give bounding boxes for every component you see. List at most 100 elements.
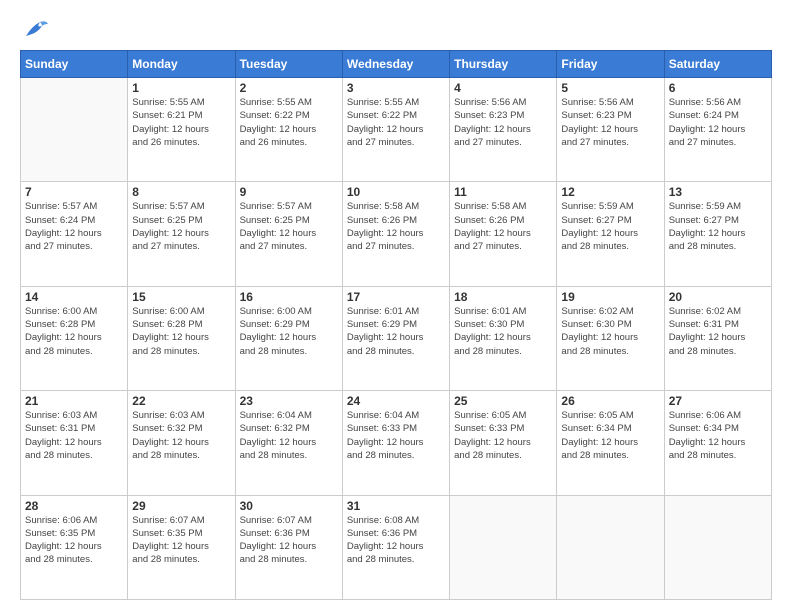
day-info: Sunrise: 5:58 AM Sunset: 6:26 PM Dayligh… <box>454 200 552 253</box>
day-info: Sunrise: 6:00 AM Sunset: 6:28 PM Dayligh… <box>132 305 230 358</box>
day-info: Sunrise: 6:03 AM Sunset: 6:32 PM Dayligh… <box>132 409 230 462</box>
calendar-day-cell: 28Sunrise: 6:06 AM Sunset: 6:35 PM Dayli… <box>21 495 128 599</box>
calendar-day-cell: 23Sunrise: 6:04 AM Sunset: 6:32 PM Dayli… <box>235 391 342 495</box>
day-info: Sunrise: 6:03 AM Sunset: 6:31 PM Dayligh… <box>25 409 123 462</box>
day-header-friday: Friday <box>557 51 664 78</box>
day-info: Sunrise: 6:05 AM Sunset: 6:33 PM Dayligh… <box>454 409 552 462</box>
calendar-day-cell: 15Sunrise: 6:00 AM Sunset: 6:28 PM Dayli… <box>128 286 235 390</box>
calendar-day-cell: 9Sunrise: 5:57 AM Sunset: 6:25 PM Daylig… <box>235 182 342 286</box>
calendar-day-cell: 16Sunrise: 6:00 AM Sunset: 6:29 PM Dayli… <box>235 286 342 390</box>
day-number: 19 <box>561 290 659 304</box>
day-info: Sunrise: 5:59 AM Sunset: 6:27 PM Dayligh… <box>561 200 659 253</box>
day-number: 30 <box>240 499 338 513</box>
calendar-day-cell: 31Sunrise: 6:08 AM Sunset: 6:36 PM Dayli… <box>342 495 449 599</box>
calendar-day-cell <box>21 78 128 182</box>
day-info: Sunrise: 5:56 AM Sunset: 6:23 PM Dayligh… <box>454 96 552 149</box>
day-number: 16 <box>240 290 338 304</box>
day-info: Sunrise: 5:55 AM Sunset: 6:22 PM Dayligh… <box>347 96 445 149</box>
calendar-day-cell: 1Sunrise: 5:55 AM Sunset: 6:21 PM Daylig… <box>128 78 235 182</box>
calendar-week-row: 7Sunrise: 5:57 AM Sunset: 6:24 PM Daylig… <box>21 182 772 286</box>
calendar-day-cell: 29Sunrise: 6:07 AM Sunset: 6:35 PM Dayli… <box>128 495 235 599</box>
calendar-day-cell <box>664 495 771 599</box>
day-info: Sunrise: 6:02 AM Sunset: 6:31 PM Dayligh… <box>669 305 767 358</box>
day-number: 25 <box>454 394 552 408</box>
calendar-week-row: 21Sunrise: 6:03 AM Sunset: 6:31 PM Dayli… <box>21 391 772 495</box>
calendar-day-cell: 27Sunrise: 6:06 AM Sunset: 6:34 PM Dayli… <box>664 391 771 495</box>
calendar-day-cell: 26Sunrise: 6:05 AM Sunset: 6:34 PM Dayli… <box>557 391 664 495</box>
day-number: 15 <box>132 290 230 304</box>
day-number: 23 <box>240 394 338 408</box>
calendar-table: SundayMondayTuesdayWednesdayThursdayFrid… <box>20 50 772 600</box>
day-number: 22 <box>132 394 230 408</box>
day-number: 10 <box>347 185 445 199</box>
day-number: 14 <box>25 290 123 304</box>
day-header-tuesday: Tuesday <box>235 51 342 78</box>
day-number: 29 <box>132 499 230 513</box>
day-info: Sunrise: 6:01 AM Sunset: 6:29 PM Dayligh… <box>347 305 445 358</box>
calendar-week-row: 14Sunrise: 6:00 AM Sunset: 6:28 PM Dayli… <box>21 286 772 390</box>
calendar-day-cell: 18Sunrise: 6:01 AM Sunset: 6:30 PM Dayli… <box>450 286 557 390</box>
calendar-day-cell: 20Sunrise: 6:02 AM Sunset: 6:31 PM Dayli… <box>664 286 771 390</box>
day-number: 17 <box>347 290 445 304</box>
day-info: Sunrise: 5:59 AM Sunset: 6:27 PM Dayligh… <box>669 200 767 253</box>
header <box>20 18 772 40</box>
day-number: 26 <box>561 394 659 408</box>
day-number: 12 <box>561 185 659 199</box>
day-number: 3 <box>347 81 445 95</box>
day-info: Sunrise: 5:57 AM Sunset: 6:25 PM Dayligh… <box>132 200 230 253</box>
day-info: Sunrise: 5:57 AM Sunset: 6:24 PM Dayligh… <box>25 200 123 253</box>
day-number: 18 <box>454 290 552 304</box>
calendar-day-cell: 30Sunrise: 6:07 AM Sunset: 6:36 PM Dayli… <box>235 495 342 599</box>
day-info: Sunrise: 6:02 AM Sunset: 6:30 PM Dayligh… <box>561 305 659 358</box>
calendar-header-row: SundayMondayTuesdayWednesdayThursdayFrid… <box>21 51 772 78</box>
day-info: Sunrise: 6:01 AM Sunset: 6:30 PM Dayligh… <box>454 305 552 358</box>
logo-bird-icon <box>22 18 50 40</box>
calendar-day-cell: 19Sunrise: 6:02 AM Sunset: 6:30 PM Dayli… <box>557 286 664 390</box>
calendar-day-cell: 24Sunrise: 6:04 AM Sunset: 6:33 PM Dayli… <box>342 391 449 495</box>
day-number: 24 <box>347 394 445 408</box>
day-number: 5 <box>561 81 659 95</box>
calendar-day-cell: 22Sunrise: 6:03 AM Sunset: 6:32 PM Dayli… <box>128 391 235 495</box>
calendar-day-cell: 7Sunrise: 5:57 AM Sunset: 6:24 PM Daylig… <box>21 182 128 286</box>
calendar-day-cell: 11Sunrise: 5:58 AM Sunset: 6:26 PM Dayli… <box>450 182 557 286</box>
day-info: Sunrise: 6:04 AM Sunset: 6:33 PM Dayligh… <box>347 409 445 462</box>
day-info: Sunrise: 6:04 AM Sunset: 6:32 PM Dayligh… <box>240 409 338 462</box>
day-info: Sunrise: 6:08 AM Sunset: 6:36 PM Dayligh… <box>347 514 445 567</box>
page: SundayMondayTuesdayWednesdayThursdayFrid… <box>0 0 792 612</box>
calendar-day-cell: 3Sunrise: 5:55 AM Sunset: 6:22 PM Daylig… <box>342 78 449 182</box>
calendar-day-cell <box>557 495 664 599</box>
calendar-day-cell: 8Sunrise: 5:57 AM Sunset: 6:25 PM Daylig… <box>128 182 235 286</box>
day-info: Sunrise: 6:06 AM Sunset: 6:34 PM Dayligh… <box>669 409 767 462</box>
logo <box>20 18 50 40</box>
day-number: 6 <box>669 81 767 95</box>
calendar-day-cell: 5Sunrise: 5:56 AM Sunset: 6:23 PM Daylig… <box>557 78 664 182</box>
day-number: 21 <box>25 394 123 408</box>
day-info: Sunrise: 6:00 AM Sunset: 6:28 PM Dayligh… <box>25 305 123 358</box>
day-number: 4 <box>454 81 552 95</box>
day-number: 9 <box>240 185 338 199</box>
day-header-thursday: Thursday <box>450 51 557 78</box>
calendar-day-cell: 25Sunrise: 6:05 AM Sunset: 6:33 PM Dayli… <box>450 391 557 495</box>
calendar-day-cell: 10Sunrise: 5:58 AM Sunset: 6:26 PM Dayli… <box>342 182 449 286</box>
calendar-week-row: 1Sunrise: 5:55 AM Sunset: 6:21 PM Daylig… <box>21 78 772 182</box>
calendar-day-cell <box>450 495 557 599</box>
calendar-day-cell: 17Sunrise: 6:01 AM Sunset: 6:29 PM Dayli… <box>342 286 449 390</box>
day-info: Sunrise: 5:56 AM Sunset: 6:23 PM Dayligh… <box>561 96 659 149</box>
calendar-day-cell: 4Sunrise: 5:56 AM Sunset: 6:23 PM Daylig… <box>450 78 557 182</box>
day-info: Sunrise: 5:55 AM Sunset: 6:21 PM Dayligh… <box>132 96 230 149</box>
day-number: 27 <box>669 394 767 408</box>
day-number: 13 <box>669 185 767 199</box>
calendar-day-cell: 21Sunrise: 6:03 AM Sunset: 6:31 PM Dayli… <box>21 391 128 495</box>
day-info: Sunrise: 6:06 AM Sunset: 6:35 PM Dayligh… <box>25 514 123 567</box>
day-info: Sunrise: 6:00 AM Sunset: 6:29 PM Dayligh… <box>240 305 338 358</box>
calendar-week-row: 28Sunrise: 6:06 AM Sunset: 6:35 PM Dayli… <box>21 495 772 599</box>
calendar-day-cell: 14Sunrise: 6:00 AM Sunset: 6:28 PM Dayli… <box>21 286 128 390</box>
day-info: Sunrise: 5:55 AM Sunset: 6:22 PM Dayligh… <box>240 96 338 149</box>
day-info: Sunrise: 5:58 AM Sunset: 6:26 PM Dayligh… <box>347 200 445 253</box>
calendar-day-cell: 13Sunrise: 5:59 AM Sunset: 6:27 PM Dayli… <box>664 182 771 286</box>
day-info: Sunrise: 6:07 AM Sunset: 6:36 PM Dayligh… <box>240 514 338 567</box>
day-info: Sunrise: 5:57 AM Sunset: 6:25 PM Dayligh… <box>240 200 338 253</box>
day-info: Sunrise: 5:56 AM Sunset: 6:24 PM Dayligh… <box>669 96 767 149</box>
day-number: 7 <box>25 185 123 199</box>
calendar-day-cell: 12Sunrise: 5:59 AM Sunset: 6:27 PM Dayli… <box>557 182 664 286</box>
